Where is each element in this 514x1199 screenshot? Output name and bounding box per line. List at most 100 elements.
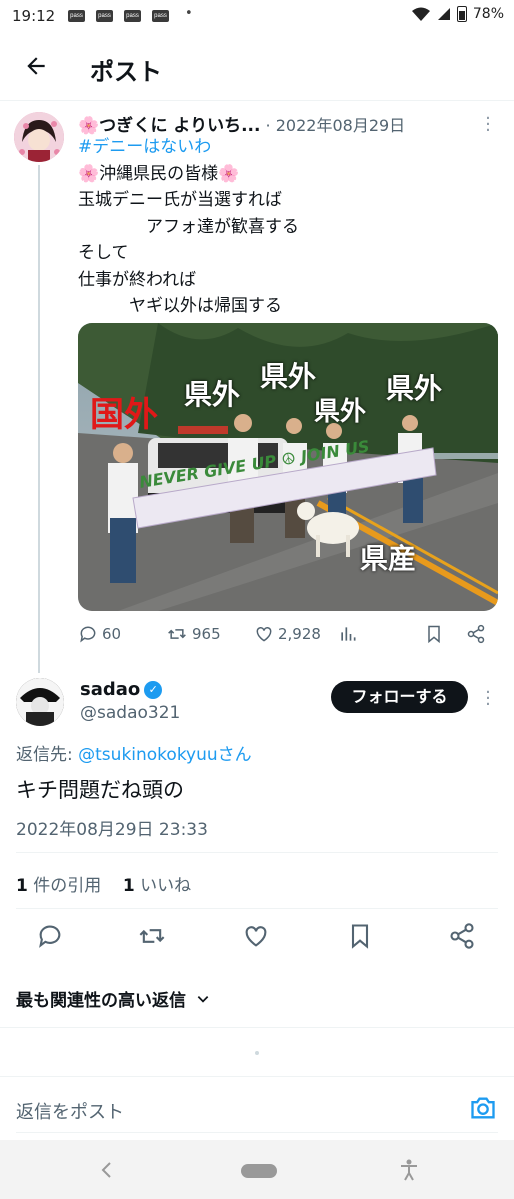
author-name[interactable]: sadao bbox=[80, 679, 140, 700]
quotes-label: 件の引用 bbox=[27, 876, 102, 896]
author-handle[interactable]: @sadao321 bbox=[80, 703, 180, 723]
reply-input[interactable]: 返信をポスト bbox=[16, 1098, 124, 1124]
photo-label: 県外 bbox=[314, 397, 367, 427]
photo-label: 県外 bbox=[184, 378, 241, 411]
tweet-line: アフォ達が歓喜する bbox=[78, 216, 299, 237]
tweet-line: ヤギ以外は帰国する bbox=[78, 296, 282, 316]
divider bbox=[16, 1132, 498, 1133]
share-icon bbox=[467, 624, 485, 644]
share-button[interactable] bbox=[466, 624, 486, 644]
reply-icon bbox=[80, 626, 96, 643]
photo-label-bottom: 県産 bbox=[360, 542, 417, 575]
signal-icon bbox=[437, 8, 450, 20]
status-right: 78% bbox=[411, 6, 504, 22]
more-options-icon[interactable]: · · · bbox=[478, 684, 498, 714]
repost-icon bbox=[139, 929, 165, 943]
divider bbox=[0, 1076, 514, 1077]
avatar-illustration bbox=[16, 678, 64, 726]
battery-icon bbox=[456, 6, 467, 22]
repost-count: 965 bbox=[192, 625, 221, 643]
divider bbox=[16, 908, 498, 909]
accessibility-icon[interactable] bbox=[398, 1158, 420, 1182]
status-dot: • bbox=[185, 6, 193, 21]
bookmark-icon bbox=[428, 625, 440, 644]
tweet-line: 🌸沖縄県民の皆様🌸 bbox=[78, 163, 240, 184]
camera-button[interactable] bbox=[469, 1094, 499, 1124]
tweet-actions: 60 965 2,928 bbox=[78, 624, 498, 650]
reply-to-prefix: 返信先: bbox=[16, 745, 79, 765]
sort-label: 最も関連性の高い返信 bbox=[16, 991, 186, 1011]
tweet-author-row: 🌸つぎくに よりいち... · 2022年08月29日 bbox=[78, 111, 405, 136]
thread-line bbox=[38, 165, 40, 673]
share-button[interactable] bbox=[448, 922, 478, 952]
status-time: 19:12 bbox=[12, 7, 56, 25]
reply-to: 返信先: @tsukinokokyuuさん bbox=[16, 740, 252, 765]
author-name[interactable]: つぎくに よりいち... bbox=[99, 116, 260, 136]
more-options-icon[interactable]: · · · bbox=[478, 110, 498, 140]
battery-percent: 78% bbox=[472, 6, 504, 22]
heart-icon bbox=[245, 926, 267, 947]
reply-sort-dropdown[interactable]: 最も関連性の高い返信 bbox=[16, 986, 210, 1011]
tweet-date[interactable]: 2022年08月29日 bbox=[276, 116, 405, 135]
photo-label-red: 国外 bbox=[90, 395, 158, 435]
like-button[interactable]: 2,928 bbox=[254, 624, 321, 644]
tweet-photo[interactable]: 国外 県外 県外 県外 県外 県産 NEVER GIVE UP ☮ JOIN U… bbox=[78, 323, 498, 611]
avatar-illustration bbox=[14, 112, 64, 162]
photo-label: 県外 bbox=[260, 360, 317, 393]
engagement-stats: 1 件の引用 1 いいね bbox=[16, 871, 191, 896]
heart-icon bbox=[256, 626, 272, 642]
quotes-stat[interactable]: 1 件の引用 bbox=[16, 876, 101, 896]
bookmark-button[interactable] bbox=[424, 624, 444, 644]
divider bbox=[0, 1027, 514, 1028]
wifi-icon bbox=[411, 7, 430, 21]
author-name-row: sadao ✓ bbox=[80, 679, 163, 700]
avatar[interactable] bbox=[16, 678, 64, 726]
bar-chart-icon bbox=[341, 627, 356, 641]
like-count: 2,928 bbox=[278, 625, 321, 643]
likes-count: 1 bbox=[122, 876, 135, 896]
status-bar: 19:12 pass pass pass pass • 78% bbox=[0, 0, 514, 34]
tweet-text: #デニーはないわ 🌸沖縄県民の皆様🌸 玉城デニー氏が当選すれば アフォ達が歓喜するそ… bbox=[78, 134, 498, 320]
nav-back-icon[interactable] bbox=[98, 1160, 116, 1180]
repost-button[interactable] bbox=[138, 922, 168, 952]
system-nav-bar bbox=[0, 1140, 514, 1199]
reply-button[interactable] bbox=[36, 922, 66, 952]
back-button[interactable] bbox=[18, 48, 54, 84]
hashtag-link[interactable]: #デニーはないわ bbox=[78, 134, 498, 161]
reply-count: 60 bbox=[102, 625, 122, 643]
repost-icon bbox=[168, 629, 186, 639]
verified-badge-icon: ✓ bbox=[144, 681, 163, 699]
like-button[interactable] bbox=[242, 922, 272, 952]
reply-icon bbox=[39, 925, 61, 948]
pass-notification-icon: pass bbox=[68, 10, 85, 22]
divider bbox=[16, 852, 498, 853]
likes-stat[interactable]: 1 いいね bbox=[123, 876, 191, 896]
follow-button[interactable]: フォローする bbox=[331, 681, 468, 713]
photo-label: 県外 bbox=[386, 372, 443, 405]
tweet-line: 玉城デニー氏が当選すれば bbox=[78, 190, 282, 210]
avatar[interactable] bbox=[14, 112, 64, 162]
reply-button[interactable]: 60 bbox=[78, 624, 121, 644]
bookmark-button[interactable] bbox=[346, 922, 376, 952]
page-title: ポスト bbox=[90, 58, 162, 86]
pass-notification-icon: pass bbox=[152, 10, 169, 22]
arrow-left-icon bbox=[27, 57, 45, 75]
tweet-line: 仕事が終われば bbox=[78, 269, 197, 290]
pass-notification-icon: pass bbox=[124, 10, 141, 22]
chevron-down-icon bbox=[197, 996, 209, 1003]
share-icon bbox=[450, 923, 474, 949]
quotes-count: 1 bbox=[16, 876, 28, 896]
pass-notification-icon: pass bbox=[96, 10, 113, 22]
views-button[interactable] bbox=[338, 624, 358, 644]
tweet-line: そして bbox=[78, 243, 129, 263]
nav-home-pill[interactable] bbox=[241, 1164, 277, 1178]
likes-label: いいね bbox=[134, 876, 192, 896]
page-header: ポスト bbox=[0, 34, 514, 101]
separator: · bbox=[260, 116, 276, 135]
bookmark-icon bbox=[351, 924, 369, 949]
camera-icon bbox=[471, 1097, 495, 1119]
reply-to-link[interactable]: @tsukinokokyuuさん bbox=[78, 745, 252, 765]
tweet-timestamp[interactable]: 2022年08月29日 23:33 bbox=[16, 815, 208, 840]
tweet-actions-large bbox=[16, 920, 498, 956]
repost-button[interactable]: 965 bbox=[166, 624, 221, 644]
